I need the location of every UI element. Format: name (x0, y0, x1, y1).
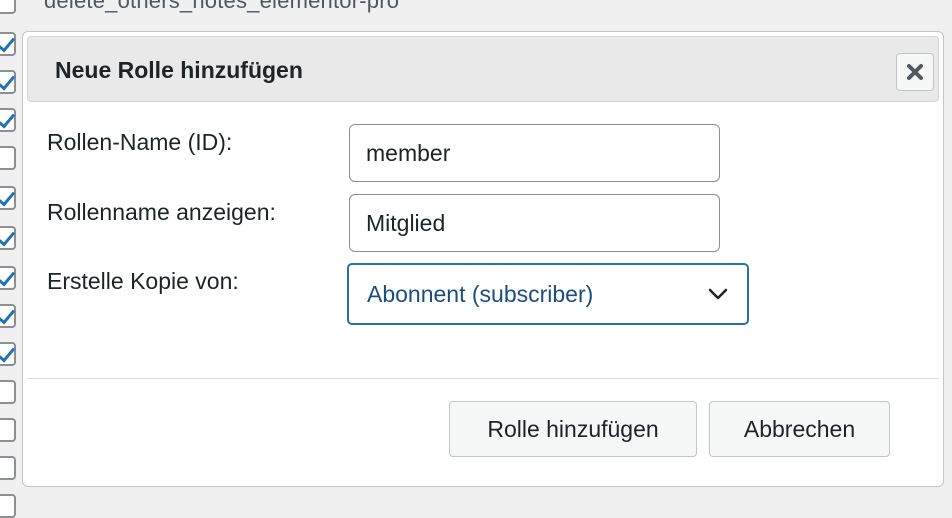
dialog-titlebar: Neue Rolle hinzufügen (27, 36, 939, 102)
capability-checkbox[interactable] (0, 456, 16, 480)
copy-from-select[interactable]: Abonnent (subscriber) (347, 263, 749, 325)
capability-checkbox[interactable] (0, 146, 16, 170)
capability-label: delete_others_notes_elementor-pro (44, 0, 400, 13)
capability-checkbox[interactable] (0, 380, 16, 404)
copy-from-label: Erstelle Kopie von: (47, 268, 239, 294)
close-button[interactable] (896, 53, 934, 91)
chevron-down-icon (708, 288, 728, 300)
display-name-input[interactable] (349, 194, 720, 252)
capability-checkbox[interactable] (0, 186, 16, 210)
dialog-divider (27, 378, 939, 379)
capability-checkbox[interactable] (0, 304, 16, 328)
display-name-label: Rollenname anzeigen: (47, 199, 276, 225)
capability-checkbox[interactable] (0, 70, 16, 94)
capability-checkbox[interactable] (0, 226, 16, 250)
capability-checkbox[interactable] (0, 266, 16, 290)
copy-from-selected-value: Abonnent (subscriber) (367, 280, 594, 307)
capability-checkbox[interactable] (0, 342, 16, 366)
close-icon (907, 64, 923, 80)
capability-checkbox[interactable] (0, 494, 16, 518)
capability-checkbox[interactable] (0, 32, 16, 56)
cancel-button[interactable]: Abbrechen (709, 401, 890, 457)
role-id-label: Rollen-Name (ID): (47, 129, 233, 155)
capability-checkbox[interactable] (0, 108, 16, 132)
add-role-button[interactable]: Rolle hinzufügen (449, 401, 697, 457)
capability-checkbox[interactable] (0, 418, 16, 442)
capability-checkbox[interactable] (0, 0, 16, 14)
dialog-title: Neue Rolle hinzufügen (55, 57, 303, 83)
add-role-dialog: Neue Rolle hinzufügen Rollen-Name (ID): … (22, 31, 944, 487)
role-id-input[interactable] (349, 124, 720, 182)
